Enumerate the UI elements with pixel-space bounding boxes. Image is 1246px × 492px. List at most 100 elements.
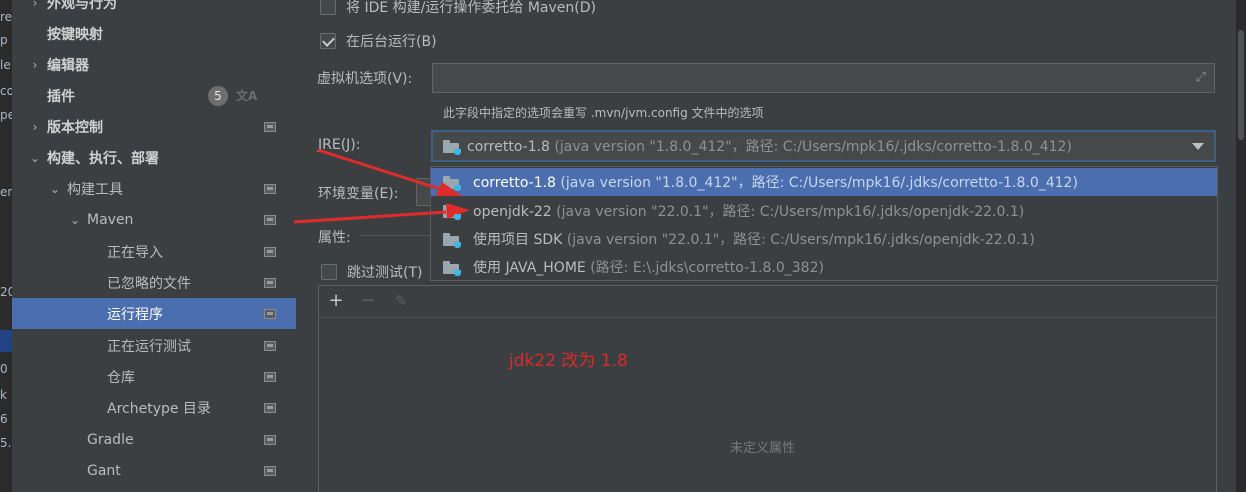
editor-sliver: re p le co pe er 20 0 k 6 5.4 bbox=[0, 0, 12, 492]
tree-item-gant[interactable]: Gant bbox=[12, 455, 296, 486]
project-scope-icon bbox=[264, 277, 276, 288]
tree-item-label: 已忽略的文件 bbox=[107, 275, 191, 292]
properties-table: + − ✎ jdk22 改为 1.8 未定义属性 bbox=[318, 285, 1217, 492]
editor-fragment: k bbox=[0, 388, 7, 402]
outer-scrollbar[interactable] bbox=[1236, 0, 1246, 492]
vm-options-label: 虚拟机选项(V): bbox=[317, 71, 413, 87]
jre-combobox[interactable]: corretto-1.8 (java version "1.8.0_412"，路… bbox=[431, 130, 1216, 162]
tree-item-label: 运行程序 bbox=[107, 306, 163, 323]
jre-dropdown-list: corretto-1.8 (java version "1.8.0_412"，路… bbox=[430, 166, 1218, 281]
jre-option-text: corretto-1.8 (java version "1.8.0_412"，路… bbox=[473, 175, 1078, 191]
expand-icon[interactable]: ⤢ bbox=[1196, 70, 1206, 85]
jre-label: JRE(J): bbox=[318, 137, 361, 153]
tree-item-archetype-catalogs[interactable]: Archetype 目录 bbox=[12, 392, 296, 423]
skip-tests-checkbox[interactable] bbox=[321, 264, 337, 280]
properties-toolbar: + − ✎ bbox=[319, 286, 1216, 318]
run-in-background-option[interactable]: 在后台运行(B) bbox=[320, 31, 437, 51]
project-scope-icon bbox=[264, 340, 276, 351]
tree-item-runner[interactable]: 运行程序 bbox=[12, 298, 296, 329]
chevron-right-icon[interactable]: › bbox=[29, 0, 41, 9]
chevron-down-icon[interactable]: ⌄ bbox=[29, 152, 41, 164]
project-scope-icon bbox=[264, 371, 276, 382]
tree-item-label: 版本控制 bbox=[47, 119, 103, 136]
project-scope-icon bbox=[264, 402, 276, 413]
editor-fragment: 20 bbox=[0, 285, 12, 299]
editor-fragment: pe bbox=[0, 108, 12, 122]
editor-fragment: 6 bbox=[0, 412, 8, 426]
tree-item-running-tests[interactable]: 正在运行测试 bbox=[12, 330, 296, 361]
translate-icon: 文A bbox=[236, 89, 258, 103]
jre-selected-value: corretto-1.8 (java version "1.8.0_412"，路… bbox=[467, 139, 1072, 155]
tree-item-build-execution-deployment[interactable]: ⌄ 构建、执行、部署 bbox=[12, 142, 296, 173]
project-scope-icon bbox=[264, 246, 276, 257]
run-in-background-label: 在后台运行(B) bbox=[346, 34, 437, 50]
delegate-to-maven-checkbox[interactable] bbox=[320, 0, 336, 15]
editor-fragment: p bbox=[0, 33, 8, 47]
jre-option-text: openjdk-22 (java version "22.0.1"，路径: C:… bbox=[473, 204, 1025, 220]
tree-item-appearance[interactable]: › 外观与行为 bbox=[12, 0, 296, 18]
update-count-badge: 5 bbox=[208, 85, 228, 106]
chevron-right-icon[interactable]: › bbox=[29, 59, 41, 71]
add-icon[interactable]: + bbox=[325, 290, 347, 312]
jre-option-text: 使用项目 SDK (java version "22.0.1"，路径: C:/U… bbox=[473, 232, 1035, 248]
remove-icon[interactable]: − bbox=[357, 290, 379, 312]
jre-option-project-sdk[interactable]: 使用项目 SDK (java version "22.0.1"，路径: C:/U… bbox=[431, 225, 1217, 253]
tree-item-label: 正在运行测试 bbox=[107, 338, 191, 355]
project-scope-icon bbox=[264, 308, 276, 319]
tree-item-ignored-files[interactable]: 已忽略的文件 bbox=[12, 267, 296, 298]
vm-options-hint: 此字段中指定的选项会重写 .mvn/jvm.config 文件中的选项 bbox=[443, 106, 764, 120]
editor-fragment: 5.4 bbox=[0, 436, 12, 450]
delegate-to-maven-option[interactable]: 将 IDE 构建/运行操作委托给 Maven(D) bbox=[320, 0, 596, 17]
annotation-text: jdk22 改为 1.8 bbox=[509, 351, 628, 371]
jre-option-corretto-1-8[interactable]: corretto-1.8 (java version "1.8.0_412"，路… bbox=[431, 168, 1217, 196]
tree-item-label: 编辑器 bbox=[47, 57, 89, 74]
skip-tests-option[interactable]: 跳过测试(T) bbox=[321, 262, 422, 282]
empty-properties-text: 未定义属性 bbox=[730, 441, 796, 456]
vm-options-input[interactable]: ⤢ bbox=[432, 63, 1215, 93]
tree-item-label: 构建、执行、部署 bbox=[47, 150, 159, 167]
tree-item-label: Archetype 目录 bbox=[107, 400, 211, 417]
tree-item-maven[interactable]: ⌄ Maven bbox=[12, 204, 296, 235]
jre-option-text: 使用 JAVA_HOME (路径: E:\.jdks\corretto-1.8.… bbox=[473, 260, 824, 276]
editor-highlight bbox=[0, 330, 12, 352]
editor-fragment: le bbox=[0, 58, 11, 72]
jre-option-java-home[interactable]: 使用 JAVA_HOME (路径: E:\.jdks\corretto-1.8.… bbox=[431, 253, 1217, 281]
properties-separator bbox=[360, 235, 430, 236]
tree-item-label: 外观与行为 bbox=[47, 0, 117, 12]
jre-option-openjdk-22[interactable]: openjdk-22 (java version "22.0.1"，路径: C:… bbox=[431, 197, 1217, 225]
delegate-to-maven-label: 将 IDE 构建/运行操作委托给 Maven(D) bbox=[346, 0, 596, 16]
tree-item-repositories[interactable]: 仓库 bbox=[12, 361, 296, 392]
chevron-right-icon[interactable]: › bbox=[29, 121, 41, 133]
project-scope-icon bbox=[264, 434, 276, 445]
editor-fragment: co bbox=[0, 84, 12, 98]
chevron-down-icon[interactable]: ⌄ bbox=[49, 183, 61, 195]
tree-item-label: 按键映射 bbox=[47, 26, 103, 43]
tree-item-label: 插件 bbox=[47, 88, 75, 105]
settings-tree: › 外观与行为 按键映射 › 编辑器 插件 5 文A › 版本控制 ⌄ 构建、执… bbox=[12, 0, 306, 492]
tree-item-label: Maven bbox=[87, 211, 134, 228]
tree-item-build-tools[interactable]: ⌄ 构建工具 bbox=[12, 173, 296, 204]
tree-item-importing[interactable]: 正在导入 bbox=[12, 236, 296, 267]
editor-fragment: re bbox=[0, 10, 12, 24]
editor-fragment: 0 bbox=[0, 362, 8, 376]
tree-item-label: 仓库 bbox=[107, 369, 135, 386]
tree-item-version-control[interactable]: › 版本控制 bbox=[12, 111, 296, 142]
jdk-folder-icon bbox=[443, 204, 461, 220]
project-scope-icon bbox=[264, 214, 276, 225]
tree-item-editor[interactable]: › 编辑器 bbox=[12, 49, 296, 80]
edit-icon[interactable]: ✎ bbox=[390, 290, 412, 312]
jdk-folder-icon bbox=[443, 175, 461, 191]
chevron-down-icon[interactable]: ⌄ bbox=[69, 214, 81, 226]
tree-item-keymap[interactable]: 按键映射 bbox=[12, 18, 296, 49]
run-in-background-checkbox[interactable] bbox=[320, 33, 336, 49]
jdk-folder-icon bbox=[443, 232, 461, 248]
env-variables-label: 环境变量(E): bbox=[318, 186, 399, 202]
dropdown-arrow-icon[interactable] bbox=[1192, 143, 1204, 150]
outer-scrollbar-thumb[interactable] bbox=[1238, 30, 1244, 140]
project-scope-icon bbox=[264, 183, 276, 194]
tree-item-plugins[interactable]: 插件 5 文A bbox=[12, 80, 296, 111]
tree-item-label: 构建工具 bbox=[67, 181, 123, 198]
tree-item-gradle[interactable]: Gradle bbox=[12, 424, 296, 455]
tree-item-label: 正在导入 bbox=[107, 244, 163, 261]
skip-tests-label: 跳过测试(T) bbox=[347, 265, 423, 281]
